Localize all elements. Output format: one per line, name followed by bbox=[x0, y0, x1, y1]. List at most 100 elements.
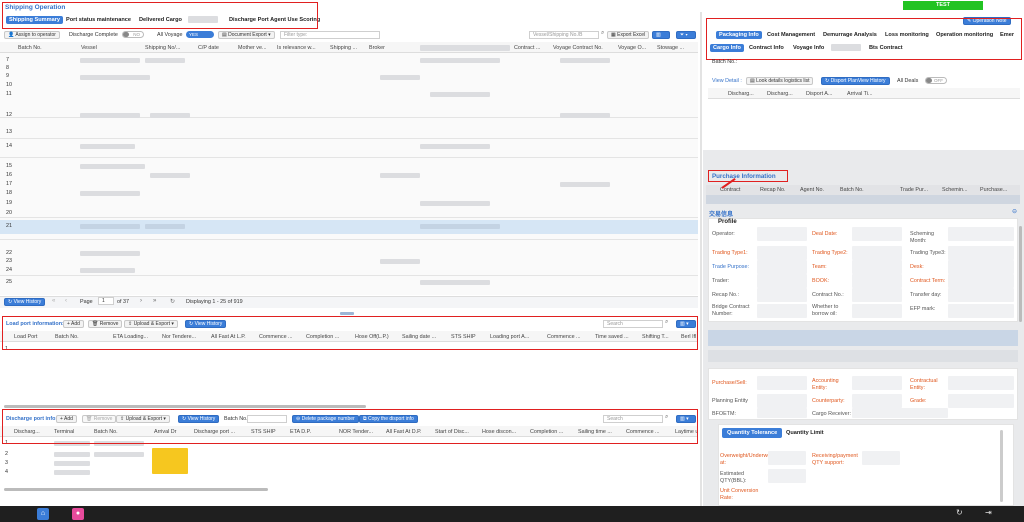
view-history-button[interactable]: ↻ View History bbox=[4, 298, 46, 306]
field-trader-value[interactable] bbox=[757, 274, 807, 288]
field-deal-date-value[interactable] bbox=[852, 227, 902, 241]
document-export-button[interactable]: ▤ Document Export ▾ bbox=[218, 31, 275, 39]
field-trading-type1-value[interactable] bbox=[757, 246, 807, 260]
grid-view-button[interactable]: ▥ bbox=[652, 31, 670, 39]
column-header[interactable]: Batch No. bbox=[18, 45, 78, 51]
tab-port-status[interactable]: Port status maintenance bbox=[66, 17, 131, 23]
vessel-search-input[interactable]: Vessel/Shipping No./B bbox=[529, 31, 599, 39]
field-planning-entity-value[interactable] bbox=[757, 394, 807, 408]
last-page-icon[interactable]: » bbox=[153, 298, 156, 304]
tab-voyage-info[interactable]: Voyage Info bbox=[793, 45, 824, 51]
column-header[interactable]: Shifting T... bbox=[642, 334, 678, 340]
column-header[interactable]: ETA D.P. bbox=[290, 429, 336, 435]
column-header[interactable]: Shipping ... bbox=[330, 45, 366, 51]
column-header[interactable]: STS SHIP bbox=[451, 334, 487, 340]
column-header[interactable]: ETA Loading... bbox=[113, 334, 159, 340]
load-port-grid-button[interactable]: ▥ ▾ bbox=[676, 320, 696, 328]
field-transfer-day-value[interactable] bbox=[948, 288, 1014, 302]
export-excel-button[interactable]: ▦ Export Excel bbox=[607, 31, 650, 39]
column-header[interactable]: NOR Tender... bbox=[339, 429, 383, 435]
column-header[interactable]: Mother ve... bbox=[238, 45, 274, 51]
field-overweight-value[interactable] bbox=[768, 451, 806, 465]
field-contract-no-value[interactable] bbox=[852, 288, 902, 302]
discharge-batch-input[interactable] bbox=[247, 415, 287, 423]
tab-demurrage-analysis[interactable]: Demurrage Analysis bbox=[823, 32, 877, 38]
column-header[interactable]: Disport A... bbox=[806, 91, 842, 97]
column-header[interactable]: Time saved ... bbox=[595, 334, 639, 340]
column-header[interactable]: Arrival Dr bbox=[154, 429, 190, 435]
column-header[interactable]: Sailing date ... bbox=[402, 334, 448, 340]
field-borrow-oil-value[interactable] bbox=[852, 304, 902, 318]
column-header[interactable]: Discharge port ... bbox=[194, 429, 246, 435]
tab-loss-monitoring[interactable]: Loss monitoring bbox=[885, 32, 929, 38]
tab-quantity-tolerance[interactable]: Quantity Tolerance bbox=[722, 428, 783, 438]
column-header[interactable]: Arrival Ti... bbox=[847, 91, 887, 97]
discharge-scrollbar[interactable] bbox=[4, 488, 268, 491]
field-operator-value[interactable] bbox=[757, 227, 807, 241]
next-page-icon[interactable]: › bbox=[140, 298, 142, 304]
column-header[interactable]: Voyage Contract No. bbox=[553, 45, 615, 51]
field-bridge-contract-value[interactable] bbox=[757, 304, 807, 318]
field-scheming-month-value[interactable] bbox=[948, 227, 1014, 241]
delete-package-button[interactable]: ⊖ Delete package number bbox=[292, 415, 359, 423]
column-header[interactable]: Laytime u bbox=[675, 429, 697, 435]
column-header[interactable]: Commence ... bbox=[259, 334, 303, 340]
disport-history-button[interactable]: ↻ Disport PlanView History bbox=[821, 77, 890, 85]
logout-icon[interactable]: ⇥ bbox=[985, 508, 992, 517]
column-header[interactable]: Is relevance w... bbox=[277, 45, 327, 51]
column-header[interactable]: Discharg... bbox=[767, 91, 801, 97]
all-voyage-toggle[interactable]: YES bbox=[186, 31, 214, 38]
column-header[interactable]: Contract ... bbox=[514, 45, 552, 51]
column-header[interactable]: Terminal bbox=[54, 429, 90, 435]
field-team-value[interactable] bbox=[852, 260, 902, 274]
right-scrollbar[interactable] bbox=[1019, 226, 1022, 322]
column-header[interactable]: Purchase... bbox=[980, 187, 1014, 193]
discharge-port-upload-export-button[interactable]: ⇪ Upload & Export ▾ bbox=[116, 415, 170, 423]
tab-hidden[interactable] bbox=[831, 44, 861, 51]
field-trading-type2-value[interactable] bbox=[852, 246, 902, 260]
column-header[interactable]: Voyage O... bbox=[618, 45, 654, 51]
tab-delivered-cargo[interactable]: Delivered Cargo bbox=[139, 17, 182, 23]
discharge-search-input[interactable]: Search bbox=[603, 415, 663, 423]
filter-type-input[interactable]: Filter type: bbox=[280, 31, 380, 39]
column-header[interactable]: Schemin... bbox=[942, 187, 972, 193]
tab-shipping-summary[interactable]: Shipping Summary bbox=[6, 16, 63, 24]
refresh-taskbar-icon[interactable]: ↻ bbox=[956, 508, 963, 517]
discharge-port-add-button[interactable]: + Add bbox=[56, 415, 77, 423]
panel-divider[interactable] bbox=[700, 12, 702, 506]
pink-app-icon[interactable]: ● bbox=[72, 508, 84, 520]
field-efp-mark-value[interactable] bbox=[948, 304, 1014, 318]
tab-contract-info[interactable]: Contract Info bbox=[749, 45, 784, 51]
all-deals-toggle[interactable]: OFF bbox=[925, 77, 947, 84]
tab-emergency[interactable]: Emer bbox=[1000, 32, 1014, 38]
column-header[interactable]: C/P date bbox=[198, 45, 234, 51]
column-header[interactable]: Completion ... bbox=[530, 429, 574, 435]
field-recap-no-value[interactable] bbox=[757, 288, 807, 302]
field-cargo-receiver-value[interactable] bbox=[852, 408, 948, 418]
field-receiving-payment-value[interactable] bbox=[862, 451, 900, 465]
copy-disport-button[interactable]: ⧉ Copy the disport info bbox=[359, 415, 418, 423]
field-trading-type3-value[interactable] bbox=[948, 246, 1014, 260]
load-port-view-history-button[interactable]: ↻ View History bbox=[185, 320, 227, 328]
column-header[interactable]: Load Port bbox=[14, 334, 52, 340]
load-port-add-button[interactable]: + Add bbox=[63, 320, 84, 328]
tab-quantity-limit[interactable]: Quantity Limit bbox=[786, 430, 824, 436]
collapse-icon[interactable]: ⊖ bbox=[1012, 208, 1017, 215]
field-desk-value[interactable] bbox=[948, 260, 1014, 274]
column-header[interactable]: Nor Tendere... bbox=[162, 334, 208, 340]
column-header[interactable]: Broker bbox=[369, 45, 409, 51]
purchase-selected-row[interactable] bbox=[706, 195, 1020, 204]
field-purchase-sell-value[interactable] bbox=[757, 376, 807, 390]
column-header[interactable]: All Fast At D.P. bbox=[386, 429, 432, 435]
column-header[interactable]: Sailing time ... bbox=[578, 429, 622, 435]
field-contractual-entity-value[interactable] bbox=[948, 376, 1014, 390]
page-number-input[interactable]: 1 bbox=[98, 297, 114, 305]
column-header[interactable]: Start of Disc... bbox=[435, 429, 479, 435]
tab-operation-monitoring[interactable]: Operation monitoring bbox=[936, 32, 993, 38]
load-port-search-input[interactable]: Search bbox=[603, 320, 663, 328]
tab-cargo-info[interactable]: Cargo Info bbox=[710, 44, 744, 52]
discharge-port-remove-button[interactable]: 🗑 Remove bbox=[82, 415, 117, 423]
quantity-scrollbar[interactable] bbox=[1000, 430, 1003, 502]
column-header[interactable]: Trade Pur... bbox=[900, 187, 932, 193]
discharge-complete-toggle[interactable]: NO bbox=[122, 31, 144, 38]
